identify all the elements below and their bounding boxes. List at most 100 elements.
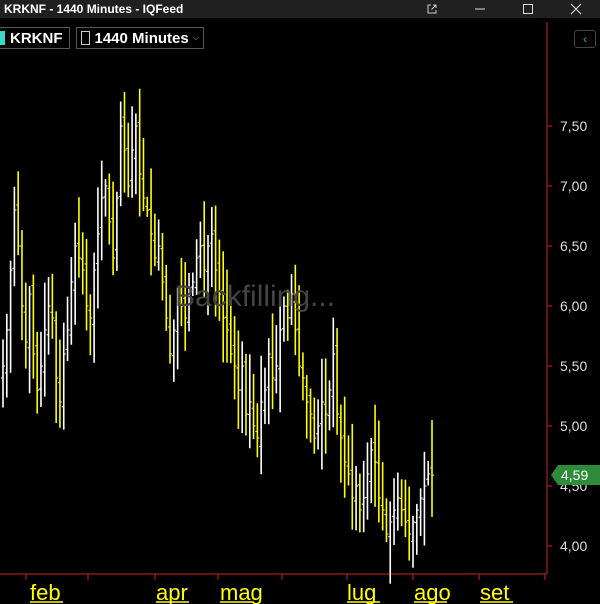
ohlc-bar xyxy=(152,213,157,267)
ohlc-bar xyxy=(312,397,317,454)
ohlc-bar xyxy=(323,358,328,454)
time-axis-label: apr xyxy=(156,580,188,604)
ohlc-bar xyxy=(350,423,355,530)
ohlc-bar xyxy=(236,330,241,429)
ohlc-bar xyxy=(411,515,416,568)
ohlc-bar xyxy=(240,341,245,434)
maximize-icon[interactable] xyxy=(504,0,552,18)
window-title: KRKNF - 1440 Minutes - IQFeed xyxy=(4,2,184,16)
ohlc-bar xyxy=(228,299,233,364)
ohlc-bar xyxy=(342,396,347,498)
ohlc-bar xyxy=(80,232,85,295)
time-axis-label: set xyxy=(480,580,509,604)
ohlc-bar xyxy=(46,277,51,355)
interval-swatch xyxy=(80,31,90,45)
ohlc-bar xyxy=(103,178,108,217)
ohlc-bar xyxy=(232,316,237,400)
ohlc-bar xyxy=(373,404,378,507)
ohlc-bar xyxy=(395,472,400,531)
ohlc-bar xyxy=(31,274,36,379)
ohlc-bar xyxy=(73,222,78,325)
ohlc-bar xyxy=(289,274,294,325)
ohlc-bar xyxy=(12,186,17,287)
ohlc-bar xyxy=(270,313,275,410)
ohlc-bar xyxy=(407,486,412,561)
ohlc-bar xyxy=(92,252,97,363)
ohlc-bar xyxy=(145,196,150,217)
ohlc-bar xyxy=(4,313,9,398)
ohlc-bar xyxy=(426,460,431,486)
ohlc-bar xyxy=(84,238,89,331)
ohlc-bar xyxy=(168,294,173,364)
ohlc-bar xyxy=(61,322,66,430)
ohlc-bar xyxy=(141,137,146,212)
ohlc-bar xyxy=(392,478,397,546)
ohlc-bar xyxy=(414,503,419,555)
ohlc-bar xyxy=(399,479,404,527)
ohlc-bar xyxy=(384,498,389,543)
ohlc-bar xyxy=(183,262,188,351)
ohlc-bar xyxy=(365,442,370,520)
ohlc-bar xyxy=(156,219,161,271)
symbol-selector[interactable]: KRKNF xyxy=(0,27,70,49)
ohlc-bar xyxy=(57,339,62,428)
ohlc-bar xyxy=(285,289,290,341)
ohlc-bar xyxy=(319,358,324,470)
ohlc-bar xyxy=(88,294,93,356)
ohlc-bar xyxy=(266,338,271,425)
external-link-icon[interactable] xyxy=(408,0,456,18)
ohlc-bar xyxy=(194,239,199,295)
ohlc-bar xyxy=(160,232,165,301)
ohlc-bar xyxy=(27,285,32,394)
ohlc-bar xyxy=(357,473,362,533)
ohlc-bar xyxy=(149,168,154,276)
ohlc-bar xyxy=(179,257,184,327)
ohlc-bar xyxy=(187,272,192,332)
ohlc-bar xyxy=(361,460,366,533)
chevron-down-icon: ⌵ xyxy=(192,33,199,42)
ohlc-bar xyxy=(247,354,252,449)
close-icon[interactable] xyxy=(552,0,600,18)
price-tick-label: 5,00 xyxy=(560,418,587,434)
ohlc-bar xyxy=(137,88,142,217)
ohlc-bar xyxy=(111,181,116,276)
ohlc-bar xyxy=(418,488,423,537)
ohlc-bar xyxy=(38,331,43,407)
ohlc-bar xyxy=(221,251,226,363)
ohlc-bar xyxy=(16,171,21,256)
ohlc-bar xyxy=(99,160,104,261)
ohlc-bar xyxy=(35,331,40,414)
ohlc-bar xyxy=(281,296,286,342)
ohlc-bar xyxy=(206,234,211,316)
interval-selector[interactable]: 1440 Minutes ⌵ xyxy=(75,27,204,49)
ohlc-bar xyxy=(297,285,302,377)
price-tick-label: 7,50 xyxy=(560,118,587,134)
ohlc-bar xyxy=(380,462,385,531)
price-chart[interactable]: 7,507,006,506,005,505,004,504,00 feb apr m… xyxy=(0,0,600,604)
ohlc-bar xyxy=(316,399,321,450)
ohlc-bar xyxy=(346,435,351,486)
price-tick-label: 5,50 xyxy=(560,358,587,374)
minimize-icon[interactable] xyxy=(456,0,504,18)
ohlc-bar xyxy=(69,257,74,345)
ohlc-bar xyxy=(118,101,123,207)
symbol-color-swatch xyxy=(0,31,5,45)
ohlc-bar xyxy=(217,239,222,321)
ohlc-bar xyxy=(255,403,260,458)
price-tick-label: 6,50 xyxy=(560,238,587,254)
ohlc-bar xyxy=(388,501,393,584)
ohlc-bar xyxy=(190,272,195,297)
ohlc-bar xyxy=(430,420,434,517)
ohlc-bar xyxy=(293,264,298,356)
ohlc-bar xyxy=(107,173,112,245)
ohlc-bar xyxy=(1,339,5,408)
interval-label: 1440 Minutes xyxy=(94,29,189,47)
ohlc-bar xyxy=(175,287,180,370)
ohlc-bar xyxy=(114,191,119,271)
ohlc-bar xyxy=(338,404,343,483)
ohlc-bar xyxy=(403,479,408,538)
chevron-left-icon[interactable]: ‹ xyxy=(574,30,596,48)
time-axis-label: lug xyxy=(347,580,376,604)
ohlc-bar xyxy=(65,296,70,362)
ohlc-bar xyxy=(19,230,24,341)
